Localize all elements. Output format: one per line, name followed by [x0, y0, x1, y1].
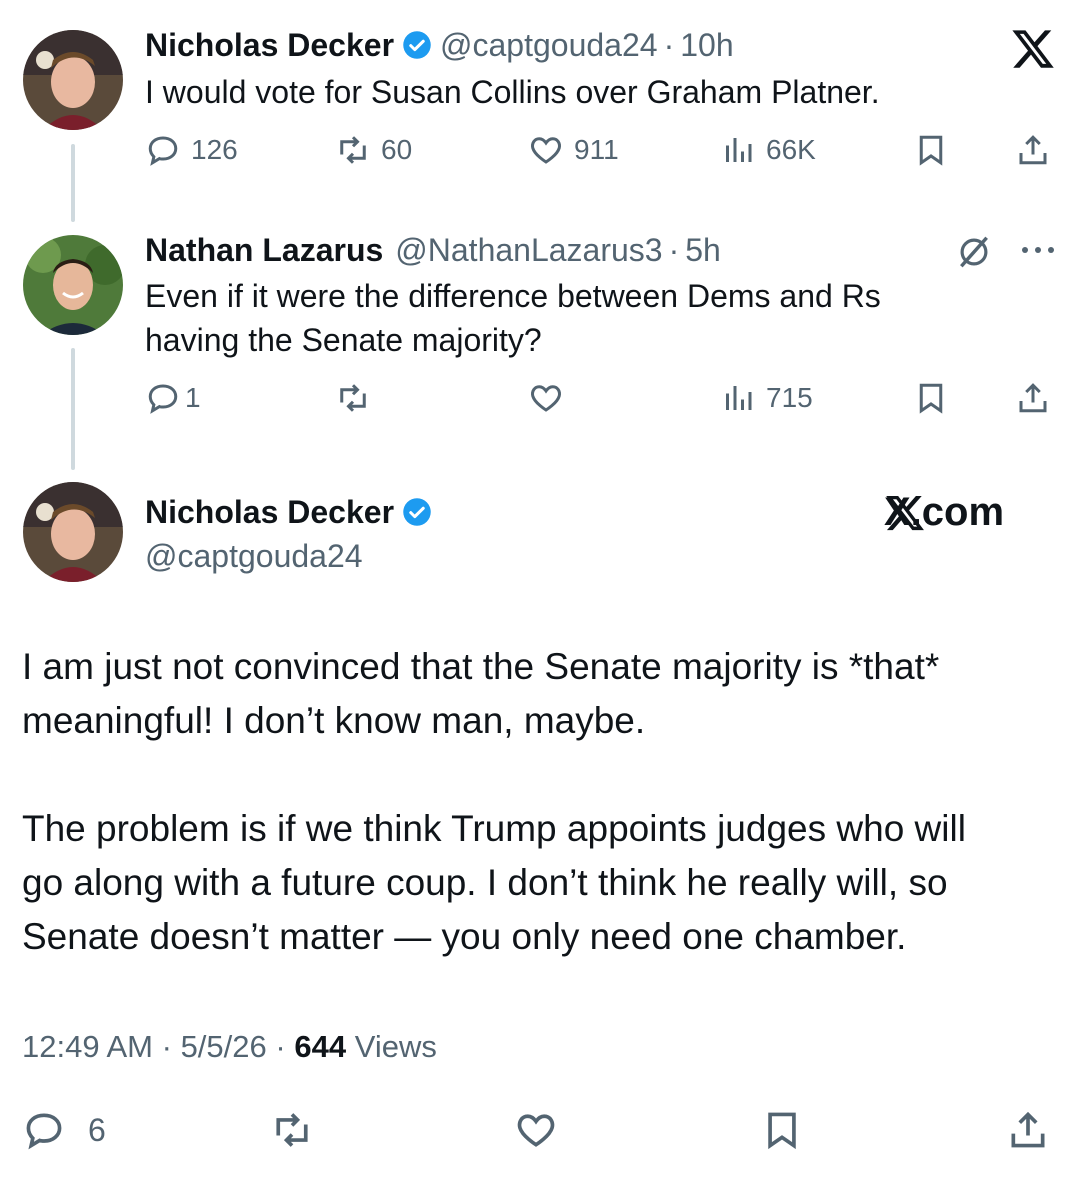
tweet-time[interactable]: 10h: [680, 25, 733, 65]
text-line: The problem is if we think Trump appoint…: [22, 808, 966, 849]
bookmark-button[interactable]: [913, 378, 949, 418]
thread-connector: [71, 348, 75, 470]
avatar-nathan-lazarus[interactable]: [23, 235, 123, 335]
main-actions: 6: [22, 1105, 1062, 1155]
tweet2-text: Even if it were the difference between D…: [145, 274, 881, 362]
date[interactable]: 5/5/26: [181, 1029, 267, 1064]
heart-icon: [531, 385, 561, 412]
reply-icon: [26, 1113, 62, 1150]
like-button[interactable]: [514, 1105, 558, 1155]
share-button[interactable]: [1006, 1105, 1050, 1155]
tweet-time[interactable]: 5h: [685, 230, 721, 270]
verified-badge-icon: [403, 31, 431, 59]
reply-count: 126: [191, 134, 238, 165]
text-line: meaningful! I don’t know man, maybe.: [22, 700, 646, 741]
tweet2-text-line: having the Senate majority?: [145, 322, 542, 358]
repost-count: 60: [381, 134, 413, 165]
author-name[interactable]: Nicholas Decker: [145, 492, 394, 532]
thread-connector: [71, 144, 75, 222]
repost-button[interactable]: 60: [335, 130, 412, 170]
text-line: I am just not convinced that the Senate …: [22, 646, 940, 687]
views-bar-chart-icon: [726, 138, 752, 162]
x-logo-icon: [1010, 26, 1056, 72]
author-name[interactable]: Nicholas Decker: [145, 25, 394, 65]
more-dots-icon[interactable]: [1018, 240, 1058, 260]
views-count: 66K: [766, 134, 816, 165]
repost-button[interactable]: [335, 378, 371, 418]
bookmark-icon: [919, 383, 943, 414]
views-count: 715: [766, 382, 813, 413]
share-icon: [1019, 135, 1047, 165]
tweet2-header: Nathan Lazarus @NathanLazarus3 · 5h: [145, 230, 721, 270]
tweet1-actions: 126 60 911 66K: [145, 130, 1060, 170]
reply-icon: [148, 136, 178, 166]
bookmark-button[interactable]: [913, 130, 949, 170]
reply-button[interactable]: 1: [145, 378, 201, 418]
reply-count: 6: [88, 1111, 106, 1148]
share-button[interactable]: [1015, 378, 1051, 418]
tweet2-text-line: Even if it were the difference between D…: [145, 278, 881, 314]
avatar-nicholas-decker[interactable]: [23, 30, 123, 130]
repost-icon: [340, 136, 366, 164]
separator-dot: ·: [663, 27, 675, 63]
tweet1-text: I would vote for Susan Collins over Grah…: [145, 74, 880, 110]
text-line: go along with a future coup. I don’t thi…: [22, 862, 948, 903]
reply-button[interactable]: 6: [22, 1105, 106, 1155]
bookmark-button[interactable]: [760, 1105, 804, 1155]
tweet1-header: Nicholas Decker @captgouda24 · 10h: [145, 25, 734, 65]
views-label: Views: [354, 1029, 437, 1064]
heart-icon: [531, 137, 561, 164]
bookmark-icon: [919, 135, 943, 166]
reply-count: 1: [185, 382, 201, 413]
tweet2-actions: 1 715: [145, 378, 1060, 418]
separator-dot: ·: [275, 1029, 286, 1064]
reply-button[interactable]: 126: [145, 130, 238, 170]
bookmark-icon: [768, 1112, 796, 1150]
tweet-meta: 12:49 AM · 5/5/26 · 644 Views: [22, 1025, 437, 1069]
like-count: 911: [574, 134, 619, 165]
brand-text: X.com: [884, 490, 1005, 534]
repost-icon: [276, 1113, 308, 1147]
like-button[interactable]: 911: [528, 130, 619, 170]
views-button[interactable]: 66K: [720, 130, 816, 170]
author-handle[interactable]: @captgouda24: [440, 25, 658, 65]
views-count: 644: [294, 1029, 347, 1064]
separator-dot: ·: [668, 232, 680, 268]
share-button[interactable]: [1015, 130, 1051, 170]
grok-icon[interactable]: [955, 233, 993, 271]
main-author-row: Nicholas Decker: [145, 492, 440, 532]
share-icon: [1019, 383, 1047, 413]
avatar-nicholas-decker[interactable]: [23, 482, 123, 582]
views-bar-chart-icon: [726, 386, 752, 410]
author-handle[interactable]: @captgouda24: [145, 536, 363, 576]
verified-badge-icon: [403, 498, 431, 526]
text-line: Senate doesn’t matter — you only need on…: [22, 916, 907, 957]
timestamp[interactable]: 12:49 AM: [22, 1029, 153, 1064]
reply-icon: [148, 384, 178, 414]
views-button[interactable]: 715: [720, 378, 813, 418]
separator-dot: ·: [161, 1029, 172, 1064]
share-icon: [1011, 1111, 1045, 1148]
heart-icon: [517, 1114, 555, 1147]
main-tweet-text: I am just not convinced that the Senate …: [22, 640, 1052, 964]
author-handle[interactable]: @NathanLazarus3: [395, 230, 662, 270]
like-button[interactable]: [528, 378, 564, 418]
repost-button[interactable]: [270, 1105, 314, 1155]
xcom-brand: X.com: [884, 490, 1004, 535]
repost-icon: [340, 384, 366, 412]
author-name[interactable]: Nathan Lazarus: [145, 230, 383, 270]
